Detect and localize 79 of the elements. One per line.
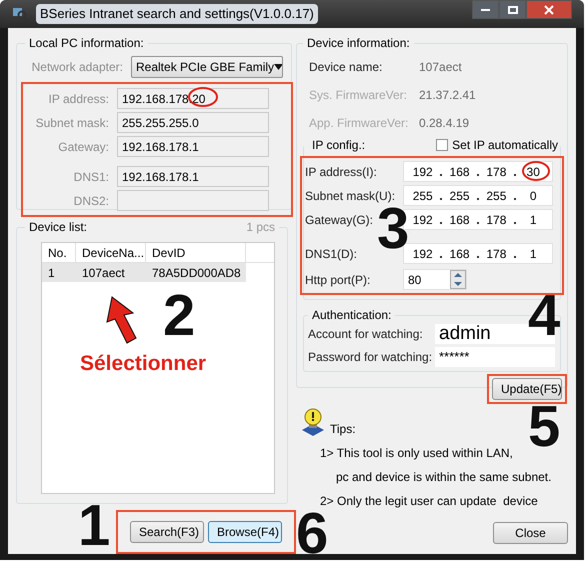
highlight-circle (521, 160, 551, 182)
update-button[interactable]: Update(F5) (492, 378, 562, 400)
octet-value: 30 (526, 164, 540, 180)
table-cell-text: 1 (47, 264, 56, 282)
octet-value: 192 (412, 246, 433, 262)
octet-value: 178 (486, 212, 506, 228)
field-value: 21.37.2.41 (419, 87, 476, 104)
group-title: IP config.: (311, 137, 366, 154)
octet-value: 178 (486, 164, 506, 180)
tips-title: Tips: (330, 421, 356, 438)
window-title: BSeries Intranet search and settings(V1.0.0.17) (36, 4, 318, 24)
text-field[interactable]: 192.168.178.1 (117, 166, 269, 187)
step-number: 2 (163, 287, 196, 345)
field-label: Device name: (309, 59, 384, 76)
callout-text: Sélectionner (80, 351, 206, 377)
close-window-button[interactable] (526, 0, 572, 19)
field-label: DNS1(D): (305, 246, 358, 262)
group-title: Authentication: (311, 307, 392, 324)
field-label: Account for watching: (308, 326, 424, 343)
octet-value: 1 (530, 212, 537, 228)
field-label: Subnet mask(U): (305, 188, 396, 204)
text-field[interactable] (117, 190, 269, 211)
ip-address-field[interactable]: 192 168 178 30 (403, 161, 553, 182)
checkbox-label: Set IP automatically (452, 137, 558, 154)
octet-value: 0 (530, 188, 537, 204)
octet-value: 168 (450, 246, 470, 262)
octet-value: 192 (412, 164, 433, 180)
device-count: 1 pcs (245, 219, 276, 236)
field-label: DNS1: (72, 168, 109, 186)
text-field[interactable]: 255.255.255.0 (117, 112, 269, 133)
minimize-button[interactable] (472, 0, 499, 19)
field-label: DNS2: (72, 192, 109, 210)
field-label: Http port(P): (305, 272, 372, 288)
maximize-button[interactable] (499, 0, 526, 19)
browse-button[interactable]: Browse(F4) (208, 521, 282, 543)
field-value: 107aect (419, 59, 462, 76)
step-number: 5 (528, 398, 560, 456)
ip-address-field[interactable]: 255 255 255 0 (403, 185, 553, 206)
field-label: Password for watching: (308, 349, 434, 366)
field-label: IP address: (48, 90, 109, 108)
octet-value: 192 (412, 212, 433, 228)
port-spinner[interactable]: 80 (403, 269, 467, 290)
field-label: Sys. FirmwareVer: (309, 87, 408, 104)
search-button[interactable]: Search(F3) (130, 521, 204, 543)
field-label: App. FirmwareVer: (309, 115, 410, 132)
group-title: Local PC information: (28, 35, 145, 52)
adapter-dropdown[interactable]: Realtek PCIe GBE Family (131, 56, 283, 78)
lightbulb-icon (300, 408, 326, 438)
field-label: Network adapter: (30, 59, 123, 76)
group-title: Device list: (28, 219, 88, 236)
column-header[interactable]: DevID (146, 243, 246, 262)
dropdown-arrow-icon (274, 64, 282, 70)
table-row[interactable]: 1 107aect 78A5DD000AD8 (42, 263, 246, 282)
octet-value: 168 (450, 212, 470, 228)
field-label: Gateway: (57, 138, 109, 156)
octet-value: 255 (486, 188, 506, 204)
octet-value: 178 (486, 246, 506, 262)
close-button[interactable]: Close (493, 522, 568, 544)
password-field[interactable]: ****** (435, 347, 555, 367)
tip-text: pc and device is within the same subnet. (336, 469, 552, 486)
field-label: Gateway(G): (305, 212, 374, 228)
field-label: Subnet mask: (34, 114, 109, 132)
field-value: 0.28.4.19 (419, 115, 470, 132)
octet-value: 1 (530, 246, 537, 262)
close-icon (544, 4, 554, 14)
column-header[interactable]: No. (42, 243, 76, 262)
field-label: IP address(I): (305, 164, 378, 180)
octet-value: 255 (450, 188, 470, 204)
spinner-arrows-icon (450, 270, 466, 289)
table-cell-text: 78A5DD000AD8 (151, 264, 242, 282)
text-field[interactable]: 192.168.178.1 (117, 136, 269, 157)
step-number: 1 (78, 497, 110, 555)
tip-text: 1> This tool is only used within LAN, (320, 445, 514, 462)
group-title: Device information: (306, 35, 411, 52)
column-header[interactable]: DeviceNa... (76, 243, 146, 262)
octet-value: 168 (450, 164, 470, 180)
octet-value: 255 (412, 188, 433, 204)
table-cell-text: 107aect (81, 264, 126, 282)
checkbox[interactable] (436, 139, 448, 151)
